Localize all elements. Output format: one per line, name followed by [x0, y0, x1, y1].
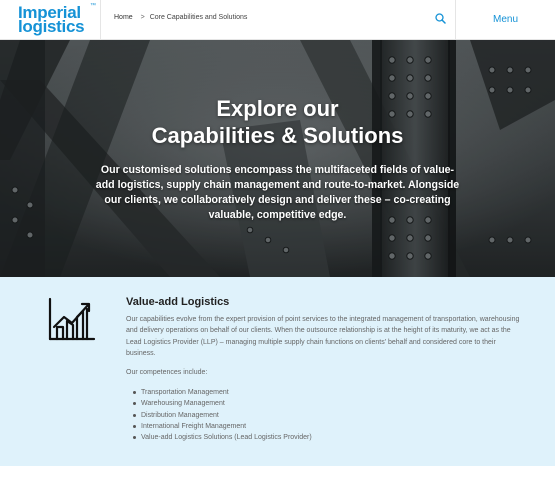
logo-trademark: ™	[90, 3, 96, 9]
hero-title-line2: Capabilities & Solutions	[151, 123, 404, 148]
breadcrumb-current: Core Capabilities and Solutions	[149, 14, 248, 21]
section-title: Value-add Logistics	[126, 296, 230, 308]
search-button[interactable]	[418, 0, 456, 40]
list-item: Transportation Management	[126, 387, 506, 398]
steel-structure-background	[0, 40, 555, 277]
site-header: Imperial ™ logistics Home > Core Capabil…	[0, 0, 555, 40]
competences-label: Our competences include:	[126, 369, 208, 376]
hero-title-line1: Explore our	[216, 96, 339, 121]
list-item: International Freight Management	[126, 421, 506, 432]
header-divider	[100, 0, 101, 40]
list-item: Value-add Logistics Solutions (Lead Logi…	[126, 432, 506, 443]
logo-line2: logistics	[18, 17, 85, 36]
value-add-logistics-section: Value-add Logistics Our capabilities evo…	[0, 277, 555, 466]
imperial-logistics-logo[interactable]: Imperial ™ logistics	[12, 3, 100, 37]
competences-list: Transportation Management Warehousing Ma…	[126, 387, 506, 443]
page-bottom-strip	[0, 466, 555, 480]
list-item: Warehousing Management	[126, 398, 506, 409]
breadcrumb: Home > Core Capabilities and Solutions	[114, 14, 247, 21]
growth-chart-icon	[48, 297, 96, 341]
breadcrumb-separator: >	[140, 14, 145, 21]
hero-title: Explore our Capabilities & Solutions	[0, 95, 555, 149]
list-item: Distribution Management	[126, 410, 506, 421]
search-icon	[435, 13, 446, 24]
hero-banner: Explore our Capabilities & Solutions Our…	[0, 40, 555, 277]
menu-button[interactable]: Menu	[456, 0, 555, 40]
section-description: Our capabilities evolve from the expert …	[126, 316, 520, 358]
breadcrumb-home-link[interactable]: Home	[114, 14, 133, 21]
hero-description: Our customised solutions encompass the m…	[95, 164, 460, 221]
